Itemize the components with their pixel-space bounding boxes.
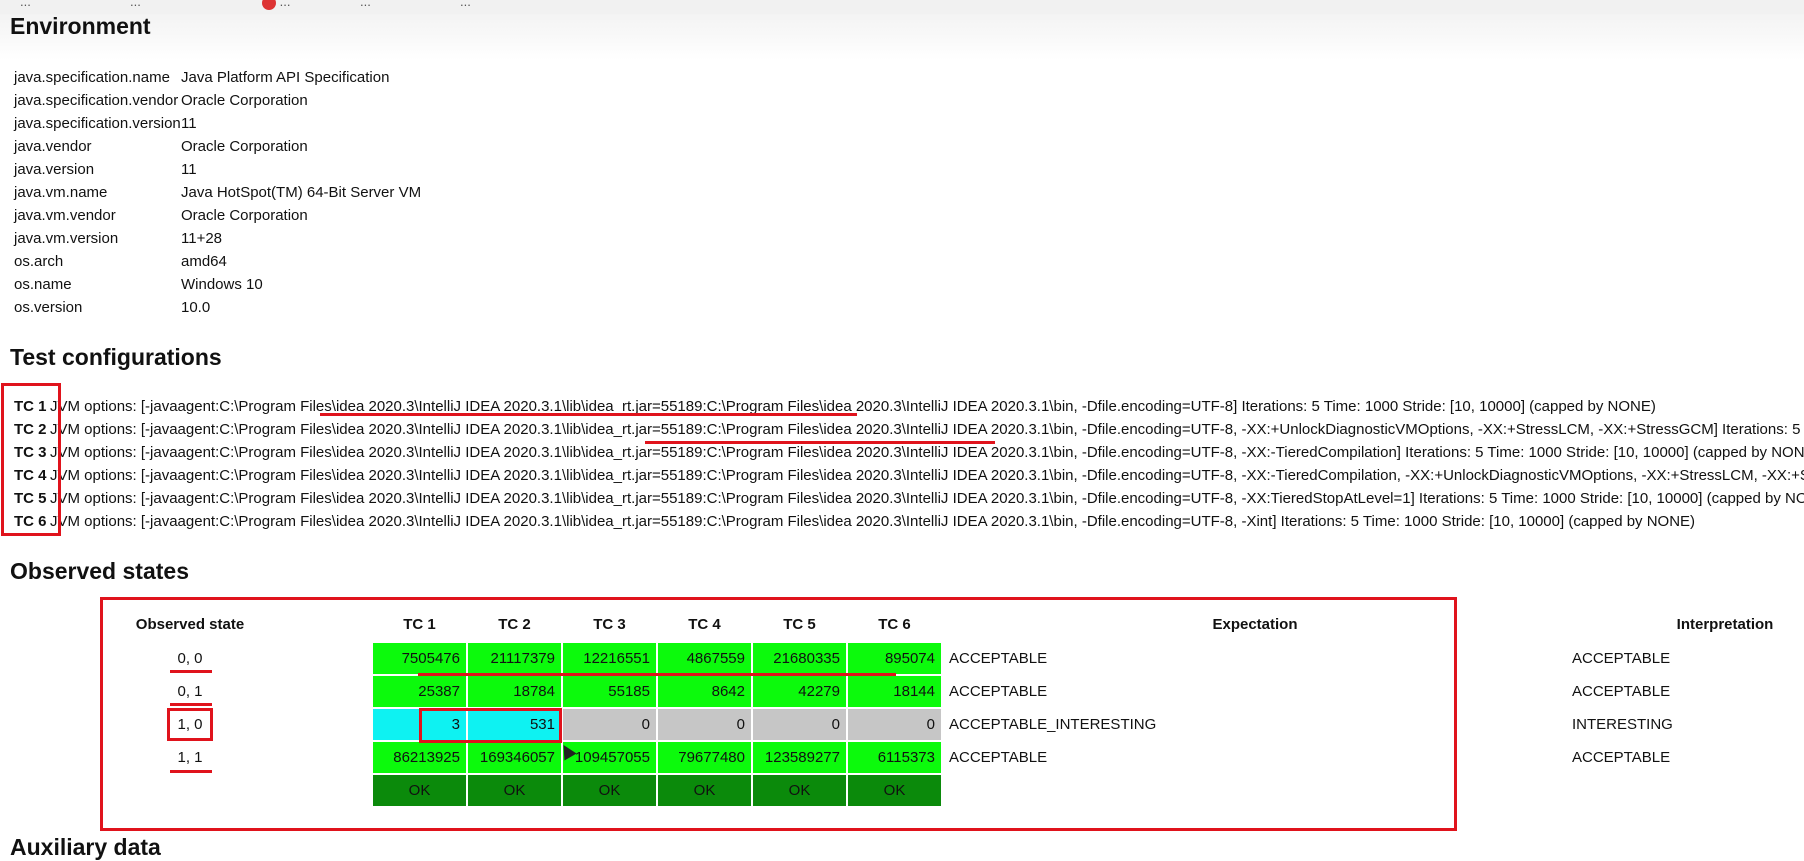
observed-states-heading: Observed states bbox=[10, 558, 189, 584]
env-key: java.vendor bbox=[14, 138, 92, 155]
env-value: 10.0 bbox=[181, 299, 211, 316]
env-key: os.version bbox=[14, 299, 83, 316]
env-row: java.specification.vendor Oracle Corporat… bbox=[14, 89, 421, 112]
env-key: os.name bbox=[14, 276, 72, 293]
env-row: os.version 10.0 bbox=[14, 296, 421, 319]
env-value: Oracle Corporation bbox=[181, 138, 308, 155]
tc-options: JVM options: [-javaagent:C:\Program File… bbox=[50, 490, 1804, 507]
env-value: 11 bbox=[181, 115, 197, 132]
tc-options: JVM options: [-javaagent:C:\Program File… bbox=[50, 444, 1804, 461]
env-row: os.name Windows 10 bbox=[14, 273, 421, 296]
cell-annotation-box bbox=[419, 708, 562, 743]
interpretation-text: ACCEPTABLE bbox=[1572, 683, 1671, 700]
env-key: java.vm.name bbox=[14, 184, 108, 201]
env-value: amd64 bbox=[181, 253, 227, 270]
bookmark-item[interactable]: ... bbox=[130, 0, 141, 9]
env-row: os.arch amd64 bbox=[14, 250, 421, 273]
env-value: 11 bbox=[181, 161, 197, 178]
annotation-underline bbox=[170, 670, 212, 673]
env-value: Oracle Corporation bbox=[181, 92, 308, 109]
env-value: 11+28 bbox=[181, 230, 223, 247]
interpretation-text: ACCEPTABLE bbox=[1572, 650, 1671, 667]
annotation-underline bbox=[418, 673, 896, 676]
interpretation-text: ACCEPTABLE bbox=[1572, 749, 1671, 766]
env-key: java.specification.version bbox=[14, 115, 181, 132]
bookmark-favicon-icon bbox=[262, 0, 276, 10]
env-key: os.arch bbox=[14, 253, 64, 270]
bookmark-item[interactable]: ... bbox=[262, 0, 290, 10]
environment-heading: Environment bbox=[10, 13, 151, 39]
tc-row: TC 5 JVM options: [-javaagent:C:\Program … bbox=[14, 487, 1804, 510]
env-key: java.specification.name bbox=[14, 69, 170, 86]
annotation-underline bbox=[645, 441, 995, 444]
env-key: java.version bbox=[14, 161, 95, 178]
env-row: java.specification.version11 bbox=[14, 112, 421, 135]
tc-row: TC 2 JVM options: [-javaagent:C:\Program … bbox=[14, 418, 1804, 441]
test-configurations-heading: Test configurations bbox=[10, 344, 222, 370]
env-row: java.vendor Oracle Corporation bbox=[14, 135, 421, 158]
env-row: java.version 11 bbox=[14, 158, 421, 181]
state-annotation-box bbox=[167, 708, 213, 741]
tc-options: JVM options: [-javaagent:C:\Program File… bbox=[50, 467, 1804, 484]
header-interpretation: Interpretation bbox=[1676, 616, 1774, 633]
env-value: Java Platform API Specification bbox=[181, 69, 390, 86]
annotation-underline bbox=[320, 413, 857, 416]
env-row: java.vm.vendor Oracle Corporation bbox=[14, 204, 421, 227]
tc-row: TC 4 JVM options: [-javaagent:C:\Program … bbox=[14, 464, 1804, 487]
bookmark-label: ... bbox=[279, 0, 291, 9]
page-top-fade bbox=[0, 14, 1804, 60]
bookmark-item[interactable]: ... bbox=[460, 0, 471, 9]
tc-row: TC 6 JVM options: [-javaagent:C:\Program … bbox=[14, 510, 1695, 533]
tc-row: TC 3 JVM options: [-javaagent:C:\Program … bbox=[14, 441, 1804, 464]
env-value: Java HotSpot(TM) 64-Bit Server VM bbox=[181, 184, 422, 201]
env-key: java.vm.version bbox=[14, 230, 119, 247]
tc-ids-annotation-box bbox=[1, 383, 61, 536]
bookmark-item[interactable]: ... bbox=[20, 0, 31, 9]
environment-table: java.specification.name Java Platform API… bbox=[14, 66, 421, 319]
env-value: Windows 10 bbox=[181, 276, 263, 293]
auxiliary-data-heading: Auxiliary data bbox=[10, 834, 161, 860]
annotation-underline bbox=[170, 703, 212, 706]
tc-options: JVM options: [-javaagent:C:\Program File… bbox=[50, 421, 1804, 438]
env-row: java.specification.name Java Platform API… bbox=[14, 66, 421, 89]
env-key: java.vm.vendor bbox=[14, 207, 116, 224]
env-row: java.vm.name Java HotSpot(TM) 64-Bit Serv… bbox=[14, 181, 421, 204]
env-key: java.specification.vendor bbox=[14, 92, 179, 109]
tc-options: JVM options: [-javaagent:C:\Program File… bbox=[50, 513, 1696, 530]
env-value: Oracle Corporation bbox=[181, 207, 308, 224]
interpretation-text: INTERESTING bbox=[1572, 716, 1673, 733]
results-annotation-box bbox=[100, 597, 1457, 831]
bookmark-item[interactable]: ... bbox=[360, 0, 371, 9]
bookmarks-bar: ... ... ... ... ... bbox=[0, 0, 1804, 15]
env-row: java.vm.version 11+28 bbox=[14, 227, 421, 250]
annotation-underline bbox=[170, 770, 212, 773]
